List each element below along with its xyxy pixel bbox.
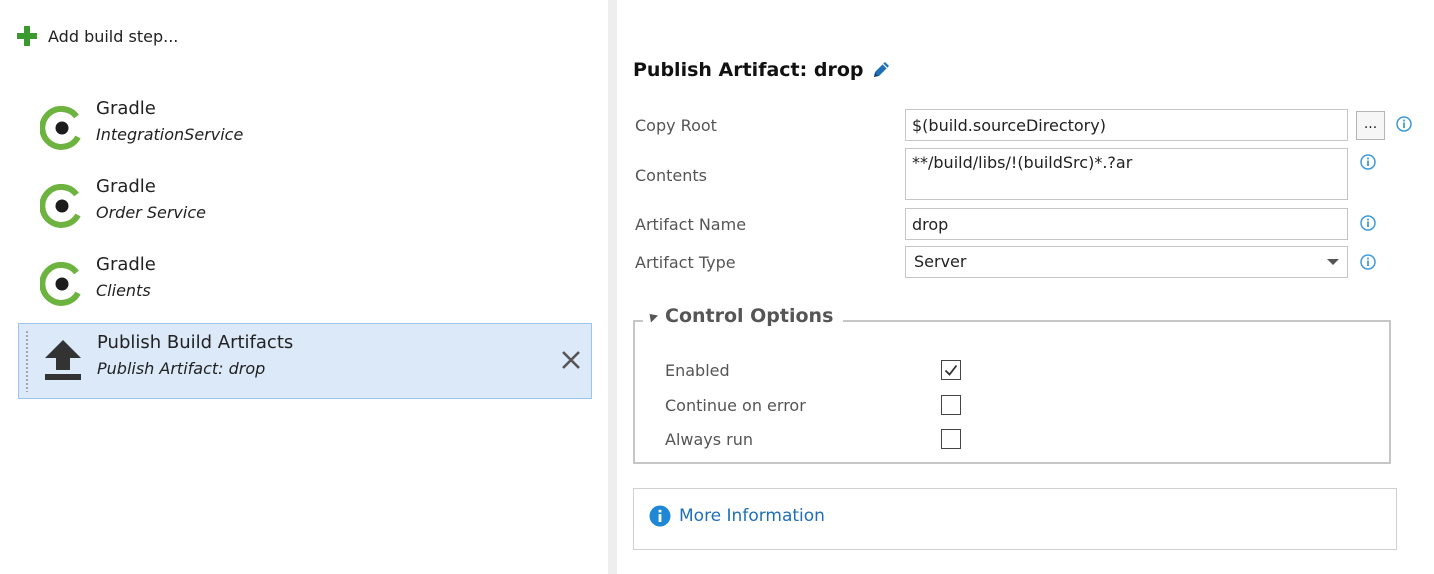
artifact-type-label: Artifact Type [635, 253, 736, 272]
browse-button[interactable]: ... [1356, 111, 1385, 140]
contents-label: Contents [635, 166, 707, 185]
info-icon[interactable] [1360, 215, 1376, 231]
gradle-icon [40, 184, 81, 228]
info-icon[interactable] [1360, 154, 1376, 170]
collapse-triangle-icon [645, 309, 659, 323]
pencil-icon[interactable] [871, 60, 891, 80]
upload-icon [45, 340, 81, 380]
checkmark-icon [944, 364, 958, 376]
contents-textarea[interactable]: **/build/libs/!(buildSrc)*.?ar [905, 148, 1348, 200]
add-build-step-button[interactable]: Add build step... [16, 24, 178, 48]
task-details-panel: Publish Artifact: drop Copy Root ... Con… [617, 0, 1434, 574]
add-build-step-label: Add build step... [48, 26, 179, 46]
step-title: Publish Build Artifacts [97, 332, 294, 353]
enabled-label: Enabled [665, 361, 730, 380]
more-information-label: More Information [679, 506, 825, 526]
drag-handle[interactable] [25, 330, 29, 392]
continue-on-error-checkbox[interactable] [941, 395, 961, 415]
info-icon [649, 505, 671, 527]
task-title-text: Publish Artifact: drop [633, 59, 864, 81]
copy-root-label: Copy Root [635, 116, 717, 135]
build-step-gradle-order-service[interactable]: Gradle Order Service [18, 168, 592, 244]
build-step-publish-build-artifacts[interactable]: Publish Build Artifacts Publish Artifact… [18, 323, 592, 399]
continue-on-error-label: Continue on error [665, 396, 806, 415]
plus-icon [16, 25, 38, 47]
info-icon[interactable] [1360, 254, 1376, 270]
step-subtitle: IntegrationService [96, 125, 244, 144]
artifact-name-input[interactable] [905, 208, 1348, 240]
step-title: Gradle [96, 98, 156, 119]
artifact-type-value: Server [914, 252, 967, 271]
panel-splitter[interactable] [608, 0, 617, 574]
step-title: Gradle [96, 254, 156, 275]
info-icon[interactable] [1396, 116, 1412, 132]
task-title: Publish Artifact: drop [633, 59, 891, 81]
always-run-label: Always run [665, 430, 754, 449]
build-steps-panel: Add build step... Gradle IntegrationServ… [0, 0, 608, 574]
more-information-link[interactable]: More Information [649, 505, 825, 527]
artifact-name-label: Artifact Name [635, 215, 747, 234]
step-subtitle: Publish Artifact: drop [97, 359, 266, 378]
step-subtitle: Order Service [96, 203, 206, 222]
build-step-gradle-clients[interactable]: Gradle Clients [18, 246, 592, 322]
gradle-icon [40, 106, 81, 150]
copy-root-input[interactable] [905, 109, 1348, 141]
chevron-down-icon [1327, 259, 1339, 265]
step-title: Gradle [96, 176, 156, 197]
always-run-checkbox[interactable] [941, 429, 961, 449]
enabled-checkbox[interactable] [941, 360, 961, 380]
artifact-type-select[interactable]: Server [905, 246, 1348, 278]
control-options-title: Control Options [665, 305, 834, 327]
gradle-icon [40, 262, 81, 306]
control-options-toggle[interactable]: Control Options [643, 305, 844, 327]
build-definition-editor: Add build step... Gradle IntegrationServ… [0, 0, 1434, 574]
build-step-gradle-integration-service[interactable]: Gradle IntegrationService [18, 90, 592, 166]
close-icon[interactable] [557, 346, 585, 374]
step-subtitle: Clients [96, 281, 151, 300]
